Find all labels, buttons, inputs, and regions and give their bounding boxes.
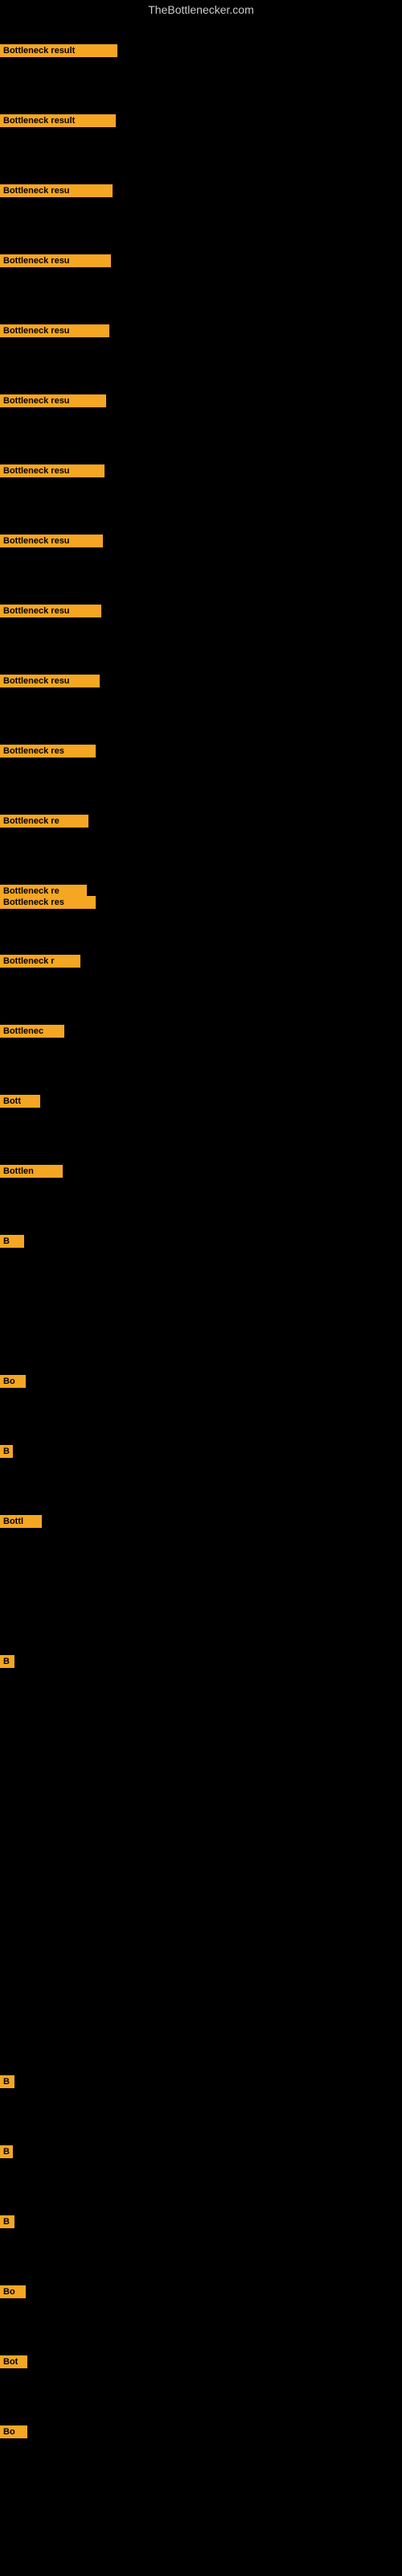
list-item: Bottleneck resu [0, 605, 101, 617]
bottleneck-badge: Bottl [0, 1515, 42, 1528]
bottleneck-badge: Bottleneck resu [0, 675, 100, 687]
bottleneck-badge: Bo [0, 2285, 26, 2298]
bottleneck-badge: Bottleneck res [0, 745, 96, 758]
list-item: B [0, 2075, 14, 2088]
list-item: B [0, 1655, 14, 1668]
list-item: Bottlen [0, 1165, 63, 1178]
bottleneck-badge: Bottleneck resu [0, 464, 105, 477]
bottleneck-badge: B [0, 2145, 13, 2158]
bottleneck-badge: Bottleneck resu [0, 535, 103, 547]
bottleneck-badge: Bo [0, 2425, 27, 2438]
list-item: Bottleneck resu [0, 324, 109, 337]
list-item: Bottleneck res [0, 896, 96, 909]
bottleneck-badge: Bottleneck result [0, 114, 116, 127]
bottleneck-badge: B [0, 1655, 14, 1668]
bottleneck-badge: B [0, 1235, 24, 1248]
list-item: B [0, 1445, 13, 1458]
list-item: Bottleneck r [0, 955, 80, 968]
list-item: Bottleneck resu [0, 254, 111, 267]
list-item: Bottleneck re [0, 815, 88, 828]
list-item: Bottleneck res [0, 745, 96, 758]
list-item: Bottleneck resu [0, 675, 100, 687]
bottleneck-badge: Bo [0, 1375, 26, 1388]
list-item: Bott [0, 1095, 40, 1108]
bottleneck-badge: Bottleneck resu [0, 394, 106, 407]
bottleneck-badge: Bottleneck res [0, 896, 96, 909]
bottleneck-badge: Bottleneck resu [0, 605, 101, 617]
list-item: Bottleneck resu [0, 394, 106, 407]
list-item: Bottleneck resu [0, 184, 113, 197]
list-item: Bo [0, 2285, 26, 2298]
bottleneck-badge: B [0, 2075, 14, 2088]
bottleneck-badge: Bot [0, 2355, 27, 2368]
bottleneck-badge: Bottleneck resu [0, 254, 111, 267]
bottleneck-badge: Bottleneck result [0, 44, 117, 57]
bottleneck-badge: Bottleneck r [0, 955, 80, 968]
bottleneck-badge: Bott [0, 1095, 40, 1108]
list-item: Bottl [0, 1515, 42, 1528]
list-item: Bo [0, 1375, 26, 1388]
list-item: Bot [0, 2355, 27, 2368]
list-item: B [0, 1235, 24, 1248]
bottleneck-badge: Bottlenec [0, 1025, 64, 1038]
bottleneck-badge: Bottleneck resu [0, 184, 113, 197]
list-item: Bottlenec [0, 1025, 64, 1038]
bottleneck-badge: Bottleneck resu [0, 324, 109, 337]
list-item: Bottleneck result [0, 114, 116, 127]
bottleneck-badge: B [0, 2215, 14, 2228]
bottleneck-badge: Bottleneck re [0, 815, 88, 828]
list-item: Bottleneck resu [0, 535, 103, 547]
bottleneck-badge: B [0, 1445, 13, 1458]
list-item: Bottleneck resu [0, 464, 105, 477]
list-item: B [0, 2215, 14, 2228]
list-item: Bo [0, 2425, 27, 2438]
bottleneck-badge: Bottlen [0, 1165, 63, 1178]
site-title: TheBottlenecker.com [0, 0, 402, 19]
list-item: B [0, 2145, 13, 2158]
list-item: Bottleneck result [0, 44, 117, 57]
